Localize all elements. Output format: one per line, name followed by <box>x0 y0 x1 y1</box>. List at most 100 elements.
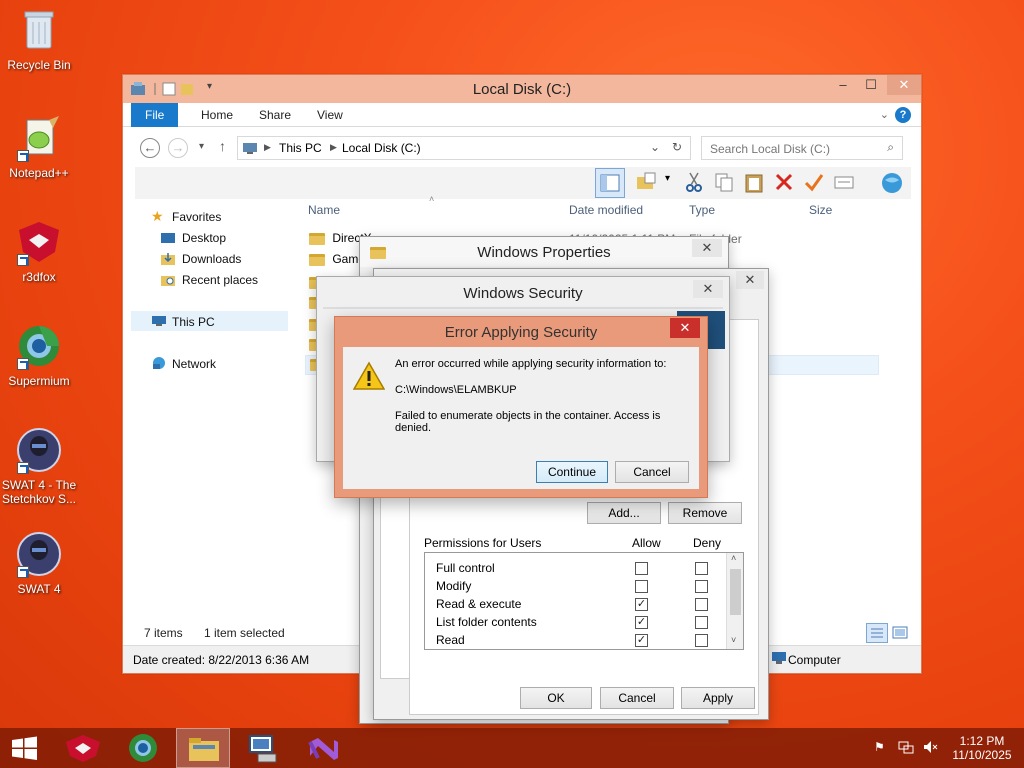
ribbon-expand-icon[interactable]: ⌄ <box>880 108 889 121</box>
recent-places-icon <box>161 274 175 289</box>
search-icon[interactable]: ⌕ <box>887 140 894 155</box>
paste-icon[interactable] <box>743 171 765 196</box>
network-tray-icon[interactable] <box>898 739 914 758</box>
permissions-list: Full control Modify Read & execute ✓ List fo… <box>424 552 744 650</box>
nav-this-pc[interactable]: This PC <box>172 315 215 329</box>
allow-checkbox[interactable] <box>635 562 648 575</box>
allow-checkbox[interactable]: ✓ <box>635 634 648 647</box>
scroll-down-icon[interactable]: ˅ <box>731 635 736 645</box>
tab-file[interactable]: File <box>131 103 179 127</box>
desktop-icon-recycle-bin[interactable]: Recycle Bin <box>0 6 78 72</box>
column-name[interactable]: Name <box>308 203 340 217</box>
security-close-button[interactable]: ✕ <box>693 280 723 298</box>
minimize-button[interactable]: ‒ <box>829 75 857 95</box>
deny-checkbox[interactable] <box>695 616 708 629</box>
desktop-icon-supermium[interactable]: Supermium <box>0 322 78 388</box>
tab-view[interactable]: View <box>303 103 357 127</box>
status-date-created: Date created: 8/22/2013 6:36 AM <box>133 653 310 667</box>
clock[interactable]: 1:12 PM 11/10/2025 <box>944 734 1020 762</box>
details-view-button[interactable] <box>866 623 888 643</box>
allow-checkbox[interactable]: ✓ <box>635 616 648 629</box>
nav-desktop[interactable]: Desktop <box>182 231 226 245</box>
desktop-icon-r3dfox[interactable]: r3dfox <box>0 218 78 284</box>
taskbar-supermium[interactable] <box>116 728 170 768</box>
desktop-icon-swat4[interactable]: SWAT 4 <box>0 530 78 596</box>
preview-pane-button[interactable] <box>595 168 625 198</box>
forward-button[interactable]: → <box>168 138 188 158</box>
nav-recent-places[interactable]: Recent places <box>182 273 258 287</box>
computer-icon <box>771 651 787 668</box>
large-icons-view-button[interactable] <box>892 625 908 644</box>
breadcrumb-this-pc[interactable]: This PC <box>279 141 322 155</box>
nav-network[interactable]: Network <box>172 357 216 371</box>
notepadpp-icon <box>15 114 63 162</box>
permissions-scrollbar[interactable]: ˄ ˅ <box>726 553 743 649</box>
shortcut-arrow-icon <box>17 462 29 474</box>
rename-checkmark-icon[interactable] <box>803 171 825 196</box>
ok-button[interactable]: OK <box>520 687 592 709</box>
taskbar: ⚑ 1:12 PM 11/10/2025 <box>0 728 1024 768</box>
taskbar-r3dfox[interactable] <box>56 728 110 768</box>
close-button[interactable]: ✕ <box>887 75 921 95</box>
taskbar-remote-desktop[interactable] <box>236 728 290 768</box>
this-pc-icon <box>242 140 258 159</box>
breadcrumb-local-disk[interactable]: Local Disk (C:) <box>342 141 421 155</box>
address-dropdown-icon[interactable]: ⌄ <box>650 140 660 154</box>
volume-muted-icon[interactable] <box>922 739 938 758</box>
scroll-thumb[interactable] <box>730 569 741 615</box>
new-folder-dropdown-icon[interactable]: ▾ <box>665 173 670 184</box>
deny-checkbox[interactable] <box>695 598 708 611</box>
tab-home[interactable]: Home <box>187 103 247 127</box>
column-date-modified[interactable]: Date modified <box>569 203 643 217</box>
column-size[interactable]: Size <box>809 203 832 217</box>
cut-icon[interactable] <box>683 171 705 196</box>
deny-checkbox[interactable] <box>695 580 708 593</box>
add-button[interactable]: Add... <box>587 502 661 524</box>
error-close-button[interactable]: ✕ <box>670 318 700 338</box>
new-folder-icon[interactable] <box>635 171 657 196</box>
start-button[interactable] <box>0 728 54 768</box>
security-outer-close-button[interactable]: ✕ <box>736 271 764 289</box>
apply-button[interactable]: Apply <box>681 687 755 709</box>
allow-checkbox[interactable] <box>635 580 648 593</box>
nav-downloads[interactable]: Downloads <box>182 252 241 266</box>
refresh-icon[interactable]: ↻ <box>672 140 682 154</box>
taskbar-file-explorer[interactable] <box>176 728 230 768</box>
folder-icon <box>309 253 325 266</box>
back-button[interactable]: ← <box>140 138 160 158</box>
action-center-flag-icon[interactable]: ⚑ <box>874 740 885 754</box>
this-pc-icon <box>151 315 167 330</box>
search-box[interactable]: Search Local Disk (C:) ⌕ <box>701 136 903 160</box>
error-body: An error occurred while applying securit… <box>343 347 699 489</box>
shortcut-arrow-icon <box>17 358 29 370</box>
list-item[interactable]: Game <box>309 252 365 266</box>
deny-checkbox[interactable] <box>695 634 708 647</box>
delete-icon[interactable] <box>773 171 795 196</box>
deny-checkbox[interactable] <box>695 562 708 575</box>
maximize-button[interactable]: ☐ <box>857 75 885 95</box>
taskbar-visual-studio[interactable] <box>296 728 350 768</box>
scroll-up-icon[interactable]: ˄ <box>731 553 736 563</box>
recent-locations-icon[interactable]: ▾ <box>199 141 204 152</box>
column-type[interactable]: Type <box>689 203 715 217</box>
desktop-icon-notepadpp[interactable]: Notepad++ <box>0 114 78 180</box>
cancel-button[interactable]: Cancel <box>600 687 674 709</box>
globe-icon[interactable] <box>879 170 905 199</box>
search-placeholder: Search Local Disk (C:) <box>710 142 831 156</box>
error-cancel-button[interactable]: Cancel <box>615 461 689 483</box>
nav-favorites[interactable]: Favorites <box>172 210 221 224</box>
network-icon <box>151 356 167 373</box>
continue-button[interactable]: Continue <box>536 461 608 483</box>
up-button[interactable]: ↑ <box>219 138 226 154</box>
help-icon[interactable]: ? <box>895 107 911 123</box>
remove-button[interactable]: Remove <box>668 502 742 524</box>
properties-icon[interactable] <box>833 171 855 196</box>
properties-close-button[interactable]: ✕ <box>692 239 722 257</box>
desktop-icon-swat4-stetchkov[interactable]: SWAT 4 - The Stetchkov S... <box>0 426 78 506</box>
address-bar[interactable]: ▶ This PC ▶ Local Disk (C:) ⌄ ↻ <box>237 136 691 160</box>
copy-icon[interactable] <box>713 171 735 196</box>
permission-label: Modify <box>436 579 472 593</box>
tab-share[interactable]: Share <box>245 103 305 127</box>
allow-checkbox[interactable]: ✓ <box>635 598 648 611</box>
folder-icon <box>309 232 325 245</box>
